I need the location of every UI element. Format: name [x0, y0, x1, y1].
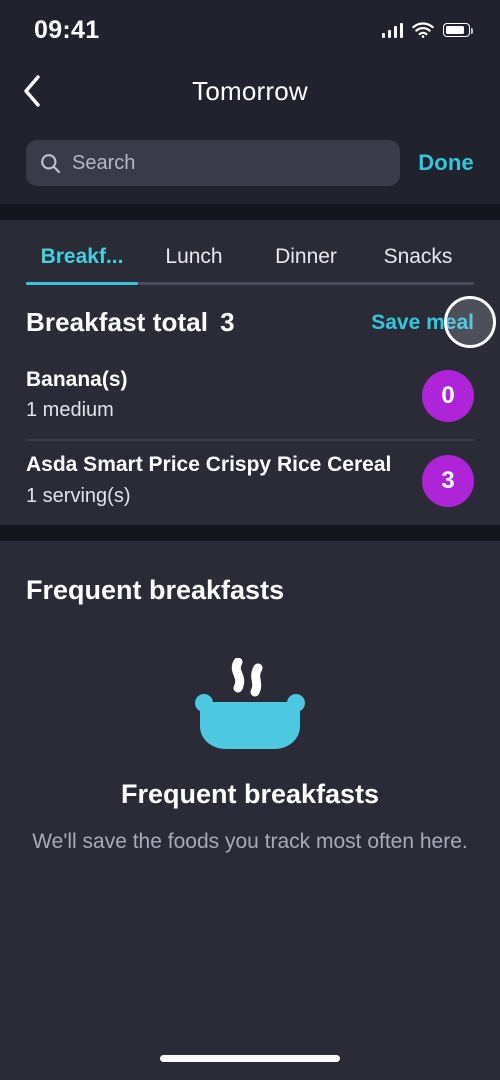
- food-name: Asda Smart Price Crispy Rice Cereal: [26, 453, 392, 477]
- total-text: Breakfast total: [26, 307, 209, 337]
- status-bar: 09:41: [0, 0, 500, 60]
- meal-tabs: Breakf... Lunch Dinner Snacks: [0, 220, 500, 282]
- section-separator-top: [0, 204, 500, 220]
- navigation-bar: Tomorrow: [0, 60, 500, 122]
- food-details: Banana(s) 1 medium: [26, 366, 408, 425]
- home-indicator: [160, 1055, 340, 1062]
- breakfast-total-label: Breakfast total 3: [26, 307, 235, 338]
- battery-icon: [443, 23, 473, 37]
- food-name: Banana(s): [26, 368, 128, 391]
- search-bar: Search Done: [0, 122, 500, 204]
- food-list-item[interactable]: Asda Smart Price Crispy Rice Cereal 1 se…: [26, 441, 474, 524]
- tab-active-indicator: [26, 282, 138, 285]
- breakfast-total-row: Breakfast total 3 Save meal: [0, 285, 500, 356]
- food-serving: 1 serving(s): [26, 484, 131, 507]
- search-input[interactable]: Search: [26, 140, 401, 186]
- status-bar-icons: [381, 22, 473, 38]
- empty-state-subtitle: We'll save the foods you track most ofte…: [32, 829, 468, 853]
- search-placeholder: Search: [72, 151, 136, 174]
- empty-state-title: Frequent breakfasts: [120, 778, 380, 809]
- tab-breakfast[interactable]: Breakf...: [26, 245, 138, 282]
- done-button[interactable]: Done: [418, 150, 474, 176]
- points-badge: 3: [422, 455, 474, 508]
- empty-state-illustration: [0, 657, 500, 753]
- status-bar-clock: 09:41: [34, 15, 100, 44]
- frequent-breakfasts-section: Frequent breakfasts Frequent breakfasts …: [0, 540, 500, 854]
- cursor-indicator: [444, 296, 496, 348]
- points-badge: 0: [422, 369, 474, 422]
- food-list-item[interactable]: Banana(s) 1 medium 0: [26, 356, 474, 439]
- back-button[interactable]: [8, 67, 56, 115]
- section-separator-middle: [0, 524, 500, 541]
- food-serving: 1 medium: [26, 399, 114, 422]
- meal-tabs-section: Breakf... Lunch Dinner Snacks Breakfast …: [0, 220, 500, 525]
- cooking-pot-icon: [195, 657, 305, 749]
- page-title: Tomorrow: [192, 75, 308, 106]
- wifi-icon: [412, 22, 434, 38]
- food-list: Banana(s) 1 medium 0 Asda Smart Price Cr…: [0, 356, 500, 525]
- tab-underline-track: [26, 282, 474, 285]
- frequent-section-title: Frequent breakfasts: [26, 574, 285, 605]
- total-value: 3: [220, 307, 235, 337]
- chevron-left-icon: [24, 75, 40, 107]
- tab-dinner[interactable]: Dinner: [250, 245, 362, 282]
- empty-state: Frequent breakfasts We'll save the foods…: [0, 606, 500, 854]
- tab-lunch[interactable]: Lunch: [138, 245, 250, 282]
- app-screen: 09:41 Tomorrow Search Done Breakf... Lun…: [0, 0, 500, 1080]
- cellular-signal-icon: [381, 22, 403, 38]
- food-details: Asda Smart Price Crispy Rice Cereal 1 se…: [26, 451, 408, 510]
- tab-snacks[interactable]: Snacks: [362, 245, 474, 282]
- search-icon: [41, 153, 61, 173]
